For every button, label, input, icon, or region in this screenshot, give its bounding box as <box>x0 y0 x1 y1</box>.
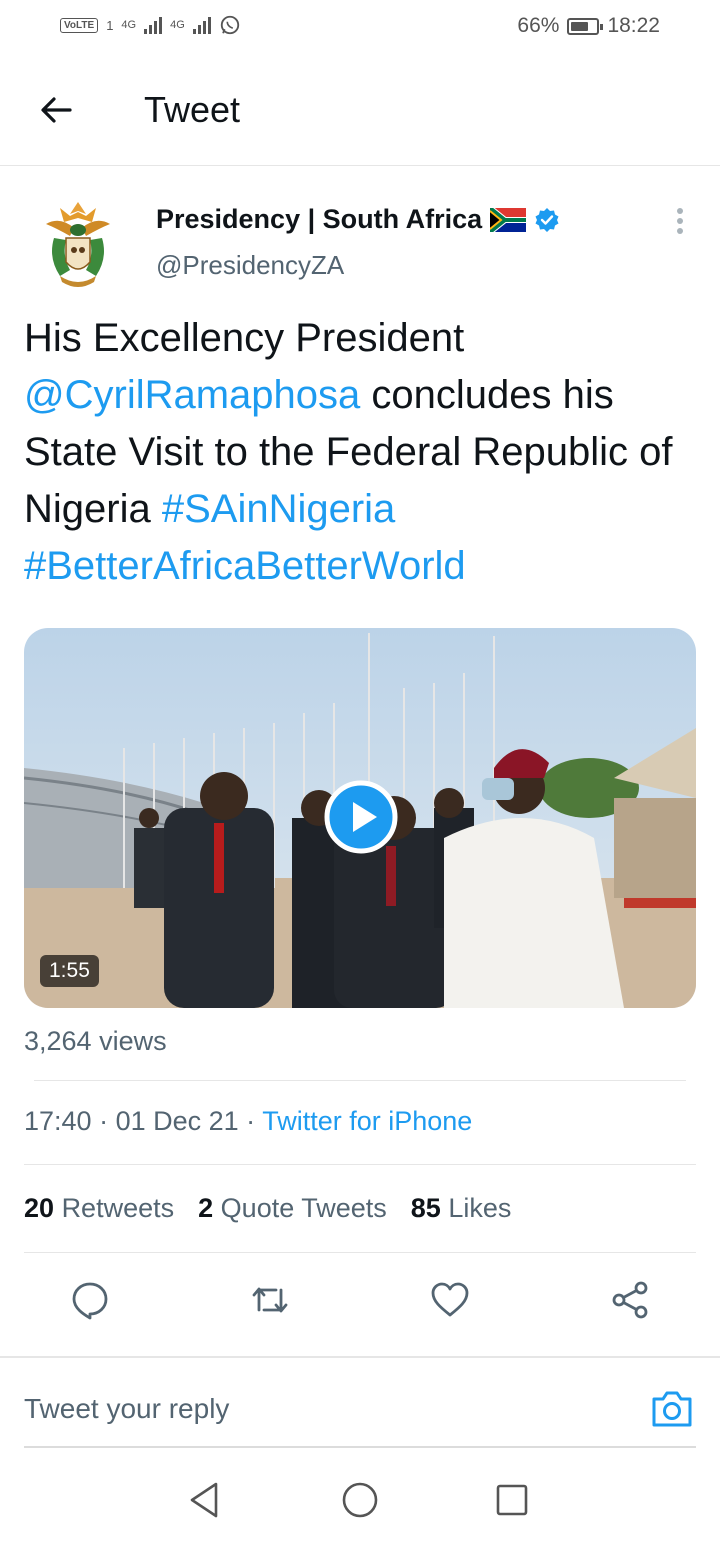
page-title: Tweet <box>144 89 241 130</box>
likes-stat[interactable]: 85 Likes <box>411 1193 512 1224</box>
divider <box>0 1356 720 1358</box>
retweets-count: 20 <box>24 1193 55 1223</box>
camera-icon[interactable] <box>650 1387 694 1431</box>
signal-icon-2 <box>192 16 211 34</box>
signal-icon <box>144 16 163 34</box>
share-icon[interactable] <box>610 1280 650 1320</box>
author-handle[interactable]: @PresidencyZA <box>156 250 344 281</box>
tweet-time: 17:40 <box>24 1106 92 1136</box>
tweet-text-part1: His Excellency President <box>24 316 465 360</box>
meta-separator-2: · <box>238 1106 263 1136</box>
quote-tweets-label: Quote Tweets <box>220 1193 387 1223</box>
whatsapp-icon <box>220 15 239 35</box>
mention-link[interactable]: @CyrilRamaphosa <box>24 373 360 417</box>
status-bar: VoLTE 1 4G 4G 66% 18:22 <box>0 0 720 56</box>
play-icon[interactable] <box>324 780 398 854</box>
retweet-icon[interactable] <box>250 1280 290 1320</box>
divider <box>24 1164 696 1165</box>
divider <box>24 1446 696 1448</box>
tweet-meta: 17:40 · 01 Dec 21 · Twitter for iPhone <box>24 1106 472 1137</box>
top-app-bar: Tweet <box>0 56 720 166</box>
view-count: 3,264 views <box>24 1026 167 1056</box>
video-media[interactable]: 1:55 <box>24 628 696 1008</box>
tweet-actions <box>0 1280 720 1324</box>
quote-tweets-stat[interactable]: 2 Quote Tweets <box>198 1193 387 1224</box>
network-type-1: 4G <box>121 19 137 31</box>
likes-label: Likes <box>448 1193 512 1223</box>
system-nav-bar <box>0 1470 720 1541</box>
back-nav-icon[interactable] <box>186 1480 226 1520</box>
likes-count: 85 <box>410 1193 441 1223</box>
retweets-stat[interactable]: 20 Retweets <box>24 1193 174 1224</box>
retweets-label: Retweets <box>61 1193 175 1223</box>
south-africa-flag-icon <box>490 207 527 232</box>
tweet-source-link[interactable]: Twitter for iPhone <box>262 1106 472 1136</box>
sim-number: 1 <box>106 17 114 33</box>
recents-nav-icon[interactable] <box>492 1480 532 1520</box>
tweet-date: 01 Dec 21 <box>115 1106 239 1136</box>
volte-badge: VoLTE <box>60 17 99 33</box>
reply-input[interactable]: Tweet your reply <box>24 1393 229 1425</box>
quote-tweets-count: 2 <box>198 1193 214 1223</box>
hashtag-link-1[interactable]: #SAinNigeria <box>162 487 395 531</box>
engagement-stats: 20 Retweets 2 Quote Tweets 85 Likes <box>24 1193 511 1224</box>
hashtag-link-2[interactable]: #BetterAfricaBetterWorld <box>24 544 466 588</box>
author-name-row[interactable]: Presidency | South Africa <box>156 204 560 235</box>
home-nav-icon[interactable] <box>340 1480 380 1520</box>
clock: 18:22 <box>607 14 660 37</box>
network-type-2: 4G <box>170 19 185 31</box>
battery-icon <box>567 17 604 35</box>
status-right: 66% 18:22 <box>517 14 660 38</box>
video-duration: 1:55 <box>40 955 99 987</box>
status-left: VoLTE 1 4G 4G <box>60 14 241 36</box>
battery-percent: 66% <box>517 14 560 37</box>
tweet-text: His Excellency President @CyrilRamaphosa… <box>24 310 704 595</box>
more-options-icon[interactable] <box>668 208 692 238</box>
divider <box>24 1252 696 1253</box>
like-icon[interactable] <box>430 1280 470 1320</box>
reply-icon[interactable] <box>70 1280 110 1320</box>
meta-separator-1: · <box>91 1106 116 1136</box>
verified-badge-icon <box>535 207 559 232</box>
coat-of-arms-icon[interactable] <box>40 198 116 290</box>
back-arrow-icon[interactable] <box>36 90 76 130</box>
author-display-name[interactable]: Presidency | South Africa <box>156 204 482 235</box>
divider <box>34 1080 686 1081</box>
